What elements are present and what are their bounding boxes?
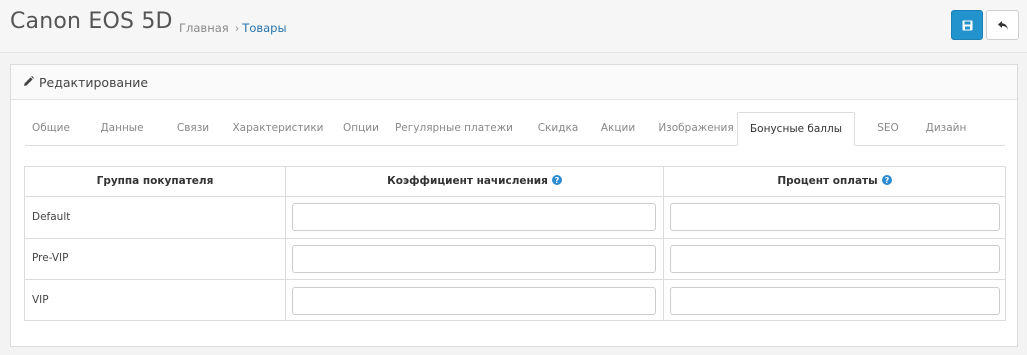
- tab-options[interactable]: Опции: [331, 112, 391, 145]
- tab-attributes[interactable]: Характеристики: [225, 112, 331, 145]
- panel-title: Редактирование: [39, 75, 149, 90]
- coefficient-input-default[interactable]: [292, 203, 656, 231]
- save-button[interactable]: [951, 10, 983, 40]
- percent-input-default[interactable]: [670, 203, 1000, 231]
- save-icon: [962, 20, 972, 30]
- row-group-default: Default: [32, 211, 71, 223]
- header-payment-percent: Процент оплаты?: [664, 167, 1005, 196]
- tab-special[interactable]: Акции: [595, 112, 641, 145]
- tab-bar: Общие Данные Связи Характеристики Опции …: [25, 112, 1005, 146]
- svg-text:?: ?: [555, 176, 560, 185]
- breadcrumb-separator: ›: [234, 21, 240, 35]
- question-circle-icon[interactable]: ?: [881, 175, 892, 185]
- header-payment-percent-label: Процент оплаты: [777, 175, 878, 187]
- page-header: Canon EOS 5D Главная › Товары: [0, 0, 1027, 53]
- edit-panel: Редактирование Общие Данные Связи Характ…: [10, 64, 1018, 347]
- tab-links[interactable]: Связи: [163, 112, 223, 145]
- panel-heading: Редактирование: [11, 65, 1017, 100]
- percent-input-pre-vip[interactable]: [670, 245, 1000, 273]
- back-button[interactable]: [986, 10, 1019, 40]
- percent-input-vip[interactable]: [670, 287, 1000, 315]
- row-divider: [25, 196, 1005, 197]
- header-customer-group: Группа покупателя: [25, 167, 285, 196]
- tab-data[interactable]: Данные: [83, 112, 161, 145]
- reply-icon: [997, 20, 1008, 30]
- coefficient-input-pre-vip[interactable]: [292, 245, 656, 273]
- tab-general[interactable]: Общие: [25, 112, 77, 145]
- breadcrumb-products-link[interactable]: Товары: [242, 21, 286, 35]
- pencil-icon: [24, 76, 34, 86]
- row-group-vip: VIP: [32, 294, 49, 306]
- breadcrumb: Главная › Товары: [179, 21, 287, 35]
- header-coefficient-label: Коэффициент начисления: [387, 175, 548, 187]
- question-circle-icon[interactable]: ?: [551, 175, 562, 185]
- tab-images[interactable]: Изображения: [653, 112, 739, 145]
- reward-points-table: Группа покупателя Коэффициент начисления…: [24, 166, 1006, 321]
- tab-seo[interactable]: SEO: [865, 112, 911, 145]
- coefficient-input-vip[interactable]: [292, 287, 656, 315]
- tab-recurring[interactable]: Регулярные платежи: [393, 112, 515, 145]
- header-coefficient: Коэффициент начисления?: [286, 167, 663, 196]
- row-divider: [25, 238, 1005, 239]
- svg-text:?: ?: [884, 176, 889, 185]
- tab-reward-points[interactable]: Бонусные баллы: [737, 112, 855, 146]
- page-title: Canon EOS 5D: [10, 9, 173, 34]
- breadcrumb-home-link[interactable]: Главная: [179, 21, 229, 35]
- row-group-pre-vip: Pre-VIP: [32, 252, 69, 264]
- header-customer-group-label: Группа покупателя: [96, 175, 214, 187]
- tab-design[interactable]: Дизайн: [913, 112, 979, 145]
- row-divider: [25, 279, 1005, 280]
- tab-discount[interactable]: Скидка: [527, 112, 589, 145]
